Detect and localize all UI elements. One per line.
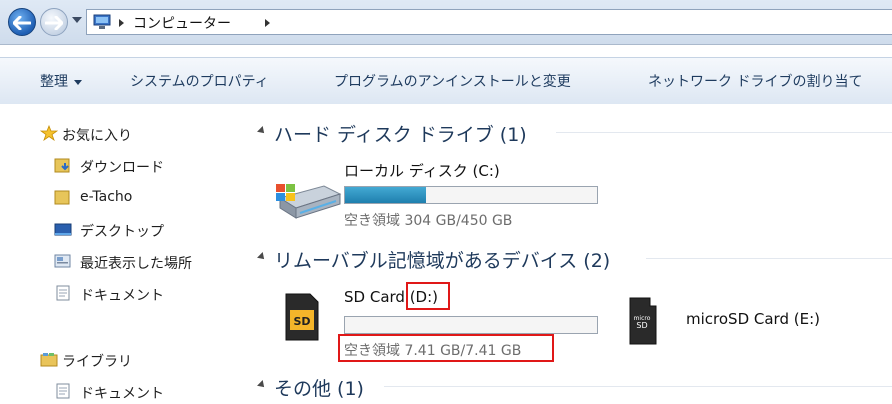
collapse-triangle-icon[interactable] xyxy=(257,252,267,262)
organize-button[interactable]: 整理 xyxy=(40,71,82,91)
forward-arrow-icon xyxy=(45,16,63,30)
breadcrumb-separator-icon[interactable] xyxy=(265,19,270,27)
breadcrumb-separator-icon[interactable] xyxy=(119,19,124,27)
forward-button[interactable] xyxy=(40,8,68,36)
highlight-box-drive-letter xyxy=(406,282,450,310)
group-removable-storage[interactable]: リムーバブル記憶域があるデバイス (2) xyxy=(238,244,892,272)
nav-etacho-label: e-Tacho xyxy=(80,189,133,205)
navigation-pane: お気に入り ダウンロード e-Tacho デスクトップ 最近表示した場所 ドキュ… xyxy=(0,104,238,402)
folder-icon xyxy=(54,190,70,205)
group-removable-title: リムーバブル記憶域があるデバイス (2) xyxy=(274,250,611,272)
group-other-title: その他 (1) xyxy=(274,378,364,400)
highlight-box-free-space xyxy=(338,334,554,362)
back-arrow-icon xyxy=(13,16,31,30)
map-network-drive-button[interactable]: ネットワーク ドライブの割り当て xyxy=(648,71,862,91)
star-icon xyxy=(40,125,58,141)
nav-desktop-label: デスクトップ xyxy=(80,224,164,240)
collapse-triangle-icon[interactable] xyxy=(257,380,267,390)
drive-c-name: ローカル ディスク (C:) xyxy=(344,162,500,180)
nav-documents-label: ドキュメント xyxy=(80,288,164,304)
drive-c[interactable]: ローカル ディスク (C:) 空き領域 304 GB/450 GB xyxy=(270,156,610,230)
organize-label: 整理 xyxy=(40,74,68,90)
desktop-icon xyxy=(54,223,72,236)
recent-places-icon xyxy=(54,254,71,268)
drive-c-usage-bar xyxy=(344,186,598,204)
hard-drive-icon xyxy=(276,184,342,219)
drive-c-usage-fill xyxy=(345,187,426,203)
drive-c-free-space: 空き領域 304 GB/450 GB xyxy=(344,213,513,229)
nav-favorites-label: お気に入り xyxy=(62,128,132,144)
computer-icon xyxy=(93,14,111,29)
address-bar: コンピューター xyxy=(0,0,892,45)
document-icon xyxy=(56,383,70,399)
drive-e-name: microSD Card (E:) xyxy=(686,310,820,328)
group-hard-disk-drives[interactable]: ハード ディスク ドライブ (1) xyxy=(238,118,892,146)
sd-card-icon: SD xyxy=(285,293,319,341)
group-divider xyxy=(384,386,892,387)
group-divider xyxy=(556,132,892,133)
system-properties-button[interactable]: システムのプロパティ xyxy=(130,71,269,91)
drive-d-usage-bar xyxy=(344,316,598,334)
nav-libraries-label: ライブラリ xyxy=(62,354,132,370)
content-pane: ハード ディスク ドライブ (1) ローカル ディスク (C:) 空き領域 30… xyxy=(238,104,892,401)
microsd-card-icon: micro SD xyxy=(629,297,657,345)
address-field[interactable]: コンピューター xyxy=(86,9,892,35)
breadcrumb-computer[interactable]: コンピューター xyxy=(133,13,231,33)
drive-d[interactable]: SD SD Card (D:) 空き領域 7.41 GB/7.41 GB xyxy=(282,282,612,362)
nav-library-documents-label: ドキュメント xyxy=(80,386,164,402)
uninstall-program-button[interactable]: プログラムのアンインストールと変更 xyxy=(334,71,571,91)
back-button[interactable] xyxy=(8,8,36,36)
svg-text:SD: SD xyxy=(293,315,310,328)
library-icon xyxy=(40,353,58,367)
document-icon xyxy=(56,285,70,301)
nav-recent-places-label: 最近表示した場所 xyxy=(80,256,192,272)
svg-text:SD: SD xyxy=(636,321,647,330)
group-divider xyxy=(646,258,892,259)
downloads-folder-icon xyxy=(54,158,70,173)
chevron-down-icon xyxy=(74,79,82,85)
drive-d-name-prefix: SD Card xyxy=(344,288,410,306)
group-other[interactable]: その他 (1) xyxy=(238,372,892,400)
command-bar: 整理 システムのプロパティ プログラムのアンインストールと変更 ネットワーク ド… xyxy=(0,57,892,105)
recent-pages-dropdown[interactable] xyxy=(72,17,82,23)
nav-downloads-label: ダウンロード xyxy=(80,160,164,176)
group-hard-disk-title: ハード ディスク ドライブ (1) xyxy=(274,124,527,146)
drive-e[interactable]: micro SD microSD Card (E:) xyxy=(626,296,866,352)
collapse-triangle-icon[interactable] xyxy=(257,126,267,136)
